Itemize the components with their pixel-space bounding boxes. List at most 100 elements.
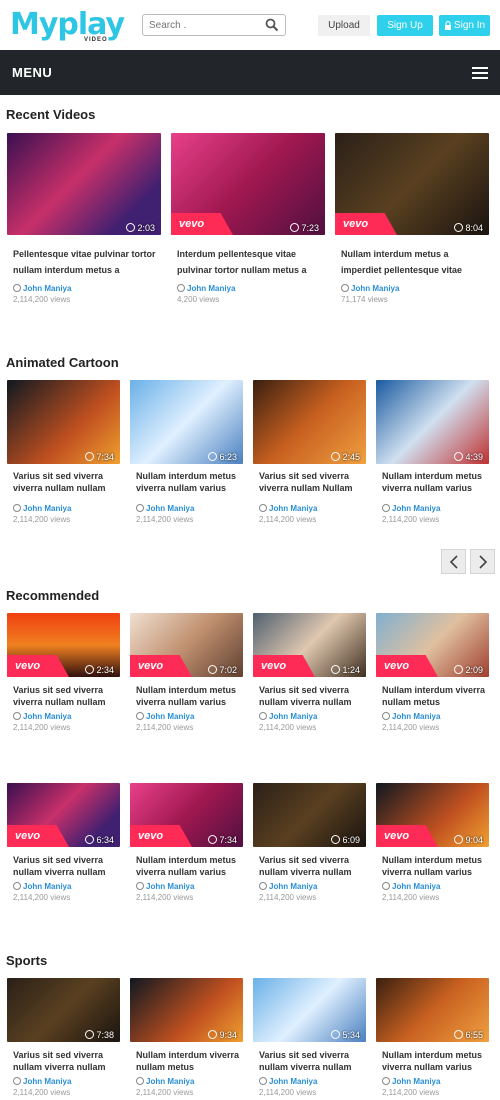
video-card[interactable]: vevo 6:34 Varius sit sed viverra nullam vi… bbox=[7, 783, 120, 919]
video-title[interactable]: Nullam interdum metus viverra nullam var… bbox=[136, 470, 241, 494]
author-name: John Maniya bbox=[146, 1077, 195, 1086]
video-thumbnail[interactable]: 2:45 bbox=[253, 380, 366, 464]
video-author[interactable]: John Maniya bbox=[259, 882, 317, 891]
duration-text: 2:45 bbox=[342, 452, 360, 462]
duration-text: 6:34 bbox=[96, 835, 114, 845]
video-thumbnail[interactable]: vevo 2:09 bbox=[376, 613, 489, 677]
menu-label[interactable]: MENU bbox=[12, 65, 52, 80]
video-title[interactable]: Nullam interdum viverra nullam metus bbox=[382, 684, 487, 708]
video-author[interactable]: John Maniya bbox=[13, 882, 71, 891]
video-author[interactable]: John Maniya bbox=[136, 882, 194, 891]
video-title[interactable]: Varius sit sed viverra nullam viverra nu… bbox=[13, 1049, 118, 1073]
video-title[interactable]: Varius sit sed viverra viverra nullam Nu… bbox=[259, 470, 364, 494]
video-card[interactable]: 7:34 Varius sit sed viverra viverra nulla… bbox=[7, 380, 120, 536]
video-thumbnail[interactable]: vevo 2:34 bbox=[7, 613, 120, 677]
video-thumbnail[interactable]: vevo 7:02 bbox=[130, 613, 243, 677]
video-thumbnail[interactable]: 7:34 bbox=[7, 380, 120, 464]
video-author[interactable]: John Maniya bbox=[13, 284, 71, 293]
video-title[interactable]: Nullam interdum metus viverra nullam var… bbox=[136, 684, 241, 708]
section-title-recent: Recent Videos bbox=[6, 107, 96, 122]
video-thumbnail[interactable]: 6:55 bbox=[376, 978, 489, 1042]
video-title[interactable]: Varius sit sed viverra nullam viverra nu… bbox=[259, 1049, 364, 1073]
next-page-button[interactable] bbox=[470, 549, 495, 574]
video-thumbnail[interactable]: vevo 7:34 bbox=[130, 783, 243, 847]
duration-text: 2:09 bbox=[465, 665, 483, 675]
search-icon[interactable] bbox=[265, 18, 279, 32]
video-author[interactable]: John Maniya bbox=[13, 504, 71, 513]
video-thumbnail[interactable]: 4:39 bbox=[376, 380, 489, 464]
video-thumbnail[interactable]: 9:34 bbox=[130, 978, 243, 1042]
video-views: 2,114,200 views bbox=[136, 723, 194, 732]
video-card[interactable]: vevo 2:34 Varius sit sed viverra viverra n… bbox=[7, 613, 120, 749]
signup-button[interactable]: Sign Up bbox=[377, 15, 433, 36]
video-thumbnail[interactable]: vevo 9:04 bbox=[376, 783, 489, 847]
video-duration: 2:03 bbox=[126, 223, 155, 233]
video-card[interactable]: vevo 7:02 Nullam interdum metus viverra nu… bbox=[130, 613, 243, 749]
video-title[interactable]: Varius sit sed viverra nullam viverra nu… bbox=[259, 854, 364, 878]
upload-button[interactable]: Upload bbox=[318, 15, 370, 36]
video-thumbnail[interactable]: vevo 6:34 bbox=[7, 783, 120, 847]
video-author[interactable]: John Maniya bbox=[382, 504, 440, 513]
hamburger-icon[interactable] bbox=[472, 67, 488, 80]
video-author[interactable]: John Maniya bbox=[382, 1077, 440, 1086]
video-author[interactable]: John Maniya bbox=[177, 284, 235, 293]
site-logo[interactable]: Myplay VIDEO bbox=[10, 10, 125, 46]
video-title[interactable]: Interdum pellentesque vitae pulvinar tor… bbox=[177, 246, 323, 278]
video-card[interactable]: 2:03 Pellentesque vitae pulvinar tortor n… bbox=[7, 133, 161, 307]
video-title[interactable]: Varius sit sed viverra nullam viverra nu… bbox=[13, 854, 118, 878]
video-card[interactable]: 2:45 Varius sit sed viverra viverra nulla… bbox=[253, 380, 366, 536]
video-author[interactable]: John Maniya bbox=[341, 284, 399, 293]
video-card[interactable]: vevo 2:09 Nullam interdum viverra nullam m… bbox=[376, 613, 489, 749]
video-title[interactable]: Nullam interdum metus a imperdiet pellen… bbox=[341, 246, 487, 278]
video-title[interactable]: Varius sit sed viverra viverra nullam nu… bbox=[13, 470, 118, 494]
video-author[interactable]: John Maniya bbox=[136, 1077, 194, 1086]
video-card[interactable]: 6:55 Nullam interdum metus viverra nullam… bbox=[376, 978, 489, 1100]
video-card[interactable]: 7:38 Varius sit sed viverra nullam viverr… bbox=[7, 978, 120, 1100]
vevo-badge: vevo bbox=[335, 213, 397, 235]
duration-text: 7:02 bbox=[219, 665, 237, 675]
video-thumbnail[interactable]: 7:38 bbox=[7, 978, 120, 1042]
video-thumbnail[interactable]: vevo 1:24 bbox=[253, 613, 366, 677]
video-card[interactable]: vevo 1:24 Varius sit sed viverra nullam vi… bbox=[253, 613, 366, 749]
video-author[interactable]: John Maniya bbox=[259, 712, 317, 721]
video-thumbnail[interactable]: 6:09 bbox=[253, 783, 366, 847]
prev-page-button[interactable] bbox=[441, 549, 466, 574]
video-thumbnail[interactable]: vevo 7:23 bbox=[171, 133, 325, 235]
video-author[interactable]: John Maniya bbox=[259, 504, 317, 513]
video-title[interactable]: Varius sit sed viverra viverra nullam nu… bbox=[13, 684, 118, 708]
video-title[interactable]: Nullam interdum metus viverra nullam var… bbox=[382, 854, 487, 878]
video-card[interactable]: vevo 7:34 Nullam interdum metus viverra nu… bbox=[130, 783, 243, 919]
video-title[interactable]: Pellentesque vitae pulvinar tortor nulla… bbox=[13, 246, 159, 278]
video-author[interactable]: John Maniya bbox=[136, 504, 194, 513]
video-author[interactable]: John Maniya bbox=[13, 712, 71, 721]
video-author[interactable]: John Maniya bbox=[13, 1077, 71, 1086]
video-card[interactable]: 6:23 Nullam interdum metus viverra nullam… bbox=[130, 380, 243, 536]
video-title[interactable]: Nullam interdum viverra nullam metus bbox=[136, 1049, 241, 1073]
video-card[interactable]: vevo 7:23 Interdum pellentesque vitae pulv… bbox=[171, 133, 325, 307]
menu-bar: MENU bbox=[0, 50, 500, 95]
video-thumbnail[interactable]: 6:23 bbox=[130, 380, 243, 464]
video-card[interactable]: vevo 8:04 Nullam interdum metus a imperdie… bbox=[335, 133, 489, 307]
video-card[interactable]: 6:09 Varius sit sed viverra nullam viverr… bbox=[253, 783, 366, 919]
video-card[interactable]: vevo 9:04 Nullam interdum metus viverra nu… bbox=[376, 783, 489, 919]
search-input[interactable] bbox=[149, 18, 261, 32]
video-card[interactable]: 5:34 Varius sit sed viverra nullam viverr… bbox=[253, 978, 366, 1100]
video-author[interactable]: John Maniya bbox=[382, 712, 440, 721]
video-card[interactable]: 9:34 Nullam interdum viverra nullam metus… bbox=[130, 978, 243, 1100]
signin-button[interactable]: Sign In bbox=[439, 15, 490, 36]
video-thumbnail[interactable]: 2:03 bbox=[7, 133, 161, 235]
video-card[interactable]: 4:39 Nullam interdum metus viverra nullam… bbox=[376, 380, 489, 536]
video-duration: 4:39 bbox=[454, 452, 483, 462]
video-thumbnail[interactable]: 5:34 bbox=[253, 978, 366, 1042]
video-author[interactable]: John Maniya bbox=[382, 882, 440, 891]
user-icon bbox=[382, 712, 390, 720]
user-icon bbox=[382, 1077, 390, 1085]
video-title[interactable]: Nullam interdum metus viverra nullam var… bbox=[136, 854, 241, 878]
video-thumbnail[interactable]: vevo 8:04 bbox=[335, 133, 489, 235]
video-author[interactable]: John Maniya bbox=[136, 712, 194, 721]
chevron-left-icon bbox=[449, 555, 458, 569]
video-title[interactable]: Nullam interdum metus viverra nullam var… bbox=[382, 1049, 487, 1073]
video-title[interactable]: Nullam interdum metus viverra nullam var… bbox=[382, 470, 487, 494]
video-title[interactable]: Varius sit sed viverra nullam viverra nu… bbox=[259, 684, 364, 708]
video-author[interactable]: John Maniya bbox=[259, 1077, 317, 1086]
